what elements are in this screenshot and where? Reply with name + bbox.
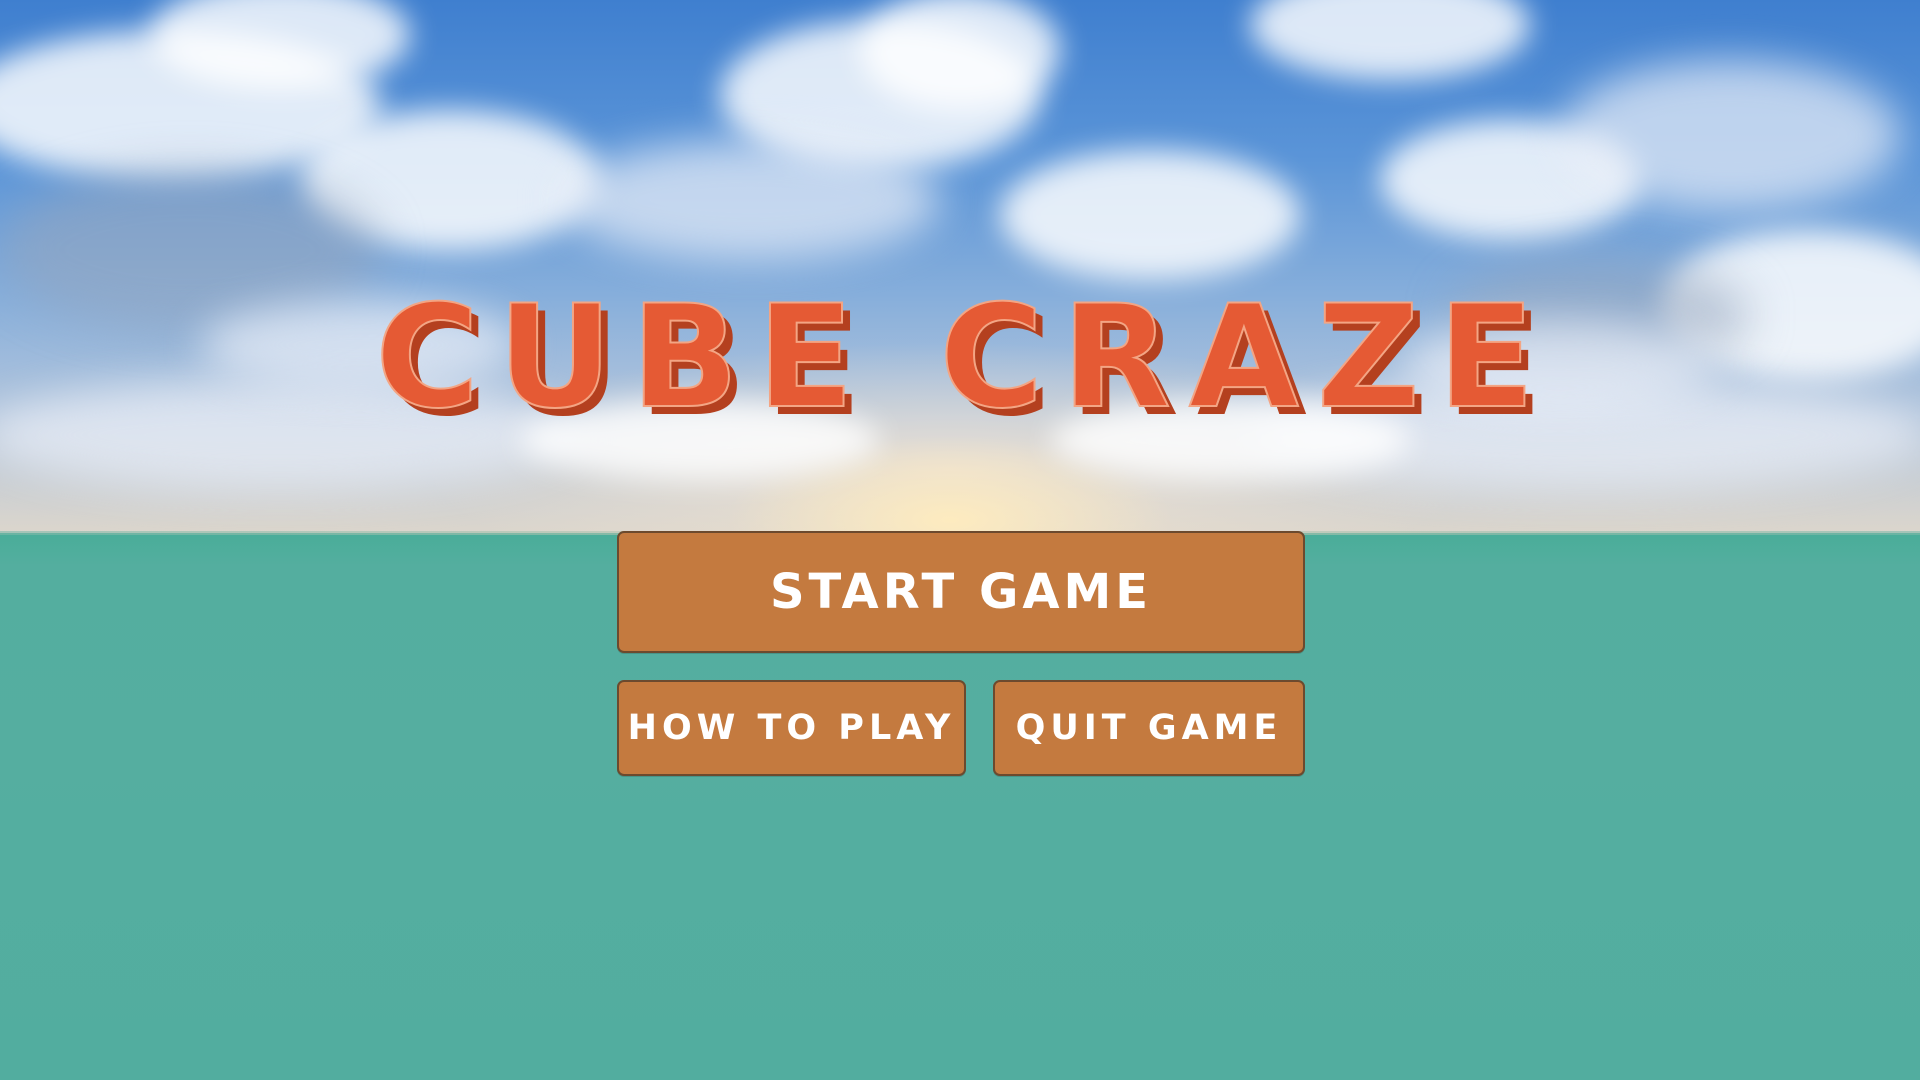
main-menu-screen: CUBE CRAZE CUBE CRAZE START GAME HOW TO … (0, 0, 1920, 1080)
game-title: CUBE CRAZE CUBE CRAZE (374, 280, 1553, 440)
cloud (1560, 60, 1900, 210)
game-title-text: CUBE CRAZE (375, 280, 1553, 440)
start-game-button[interactable]: START GAME (617, 531, 1305, 653)
how-to-play-button[interactable]: HOW TO PLAY (617, 680, 966, 776)
quit-game-label: QUIT GAME (1015, 708, 1283, 748)
sky-background (0, 0, 1920, 535)
quit-game-button[interactable]: QUIT GAME (993, 680, 1305, 776)
how-to-play-label: HOW TO PLAY (627, 708, 956, 748)
cloud (560, 140, 940, 260)
cloud (1250, 0, 1530, 80)
start-game-label: START GAME (769, 564, 1153, 620)
cloud (1000, 150, 1300, 280)
